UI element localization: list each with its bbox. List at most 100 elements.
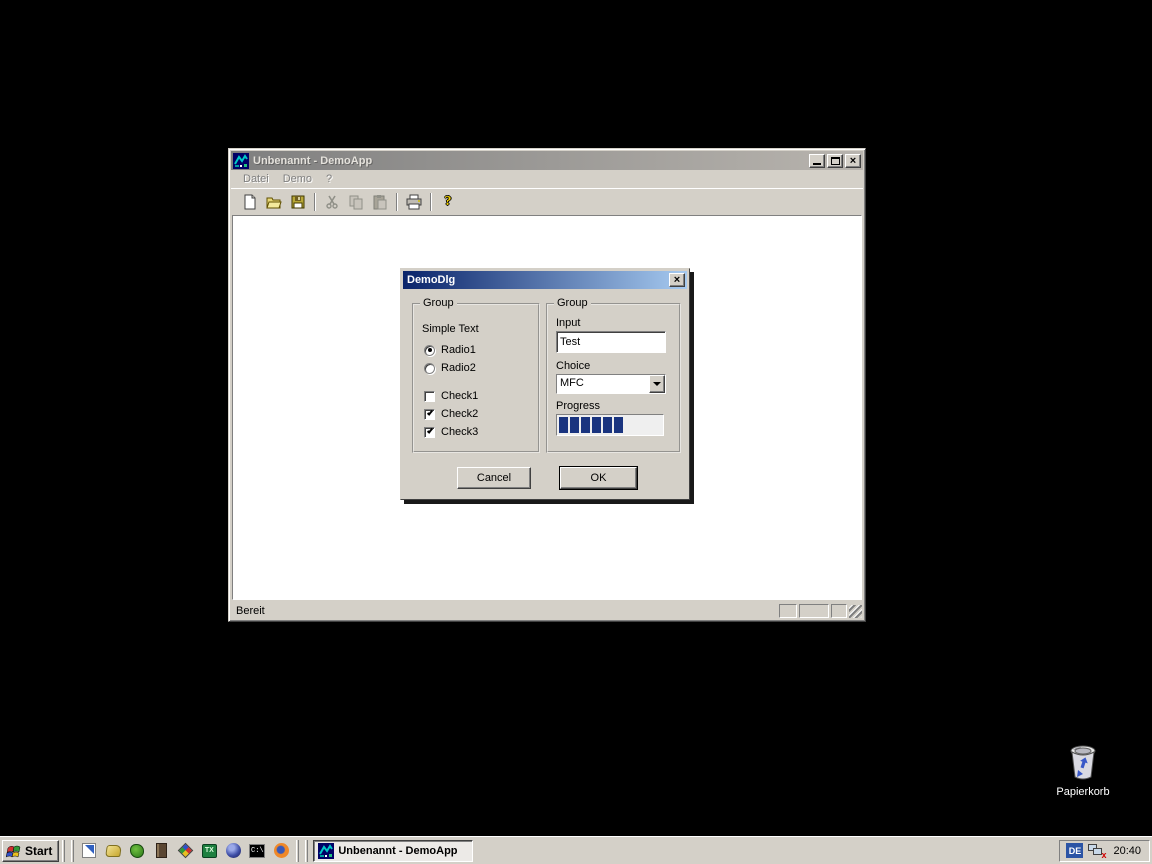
- status-pane: [831, 604, 847, 618]
- check3[interactable]: Check3: [424, 426, 478, 438]
- recycle-bin-label[interactable]: Papierkorb: [1046, 786, 1120, 798]
- resize-grip[interactable]: [849, 605, 862, 618]
- open-folder-icon: [266, 194, 282, 210]
- check-mark: [427, 427, 433, 434]
- radio1[interactable]: Radio1: [424, 344, 476, 356]
- taskbar-grip[interactable]: [62, 840, 65, 862]
- new-document-icon: [242, 194, 258, 210]
- maximize-button-icon[interactable]: [827, 154, 843, 168]
- recycle-bin-icon: [1066, 744, 1100, 780]
- radio2[interactable]: Radio2: [424, 362, 476, 374]
- copy-button[interactable]: [344, 191, 368, 213]
- quicklaunch-firefox-icon[interactable]: [272, 842, 290, 860]
- minimize-icon: [813, 163, 821, 165]
- checkbox-checked-icon: [424, 409, 435, 420]
- menu-bar: Datei Demo ?: [231, 170, 863, 188]
- taskbar-clock[interactable]: 20:40: [1111, 845, 1141, 857]
- start-label: Start: [25, 844, 52, 858]
- taskbar-grip[interactable]: [305, 840, 308, 862]
- group-right: Group Input Choice MFC Progress: [546, 303, 681, 453]
- cancel-button[interactable]: Cancel: [457, 467, 531, 489]
- language-indicator[interactable]: DE: [1066, 843, 1083, 858]
- menu-item-help[interactable]: ?: [319, 171, 339, 187]
- dialog-close-button[interactable]: ×: [669, 273, 685, 287]
- checkbox-checked-icon: [424, 427, 435, 438]
- demo-dialog: DemoDlg × Group Simple Text Radio1 Radio…: [400, 268, 690, 500]
- toolbar: ?: [231, 188, 863, 215]
- main-window-title: Unbenannt - DemoApp: [253, 155, 807, 167]
- choice-value: MFC: [557, 375, 649, 393]
- input-field[interactable]: [556, 331, 666, 353]
- quicklaunch-book-icon[interactable]: [152, 842, 170, 860]
- print-button[interactable]: [402, 191, 426, 213]
- help-icon: ?: [445, 194, 452, 210]
- print-icon: [406, 194, 422, 210]
- radio-unselected-icon: [424, 363, 435, 374]
- simple-text-label: Simple Text: [422, 323, 479, 335]
- taskbar: Start TX C:\ Unbenannt - DemoApp DE: [0, 836, 1152, 864]
- toolbar-separator: [430, 193, 432, 211]
- taskbar-grip[interactable]: [296, 840, 299, 862]
- maximize-icon: [831, 157, 840, 165]
- combo-dropdown-button[interactable]: [649, 375, 665, 393]
- menu-item-datei[interactable]: Datei: [236, 171, 276, 187]
- check-mark: [427, 409, 433, 416]
- radio2-label: Radio2: [441, 362, 476, 374]
- quicklaunch-globe-sphere-icon[interactable]: [224, 842, 242, 860]
- task-button-demoapp[interactable]: Unbenannt - DemoApp: [313, 840, 473, 862]
- save-icon: [290, 194, 306, 210]
- firefox-icon: [274, 843, 289, 858]
- minimize-button-icon[interactable]: [809, 154, 825, 168]
- radio-dot: [428, 348, 432, 352]
- mfc-app-icon[interactable]: [233, 153, 249, 169]
- check2[interactable]: Check2: [424, 408, 478, 420]
- new-document-button[interactable]: [238, 191, 262, 213]
- toolbar-separator: [396, 193, 398, 211]
- quicklaunch-notepad-edit-icon[interactable]: [80, 842, 98, 860]
- quicklaunch-green-dragon-icon[interactable]: [128, 842, 146, 860]
- radio-selected-icon: [424, 345, 435, 356]
- paste-button[interactable]: [368, 191, 392, 213]
- check1[interactable]: Check1: [424, 390, 478, 402]
- desktop: Unbenannt - DemoApp × Datei Demo ?: [0, 0, 1152, 864]
- cut-icon: [324, 194, 340, 210]
- mfc-app-icon: [318, 843, 334, 859]
- quicklaunch-terminal-tx-icon[interactable]: TX: [200, 842, 218, 860]
- close-button-icon[interactable]: ×: [845, 154, 861, 168]
- system-tray: DE x 20:40: [1059, 840, 1150, 862]
- copy-icon: [348, 194, 364, 210]
- input-label: Input: [556, 317, 580, 329]
- progress-bar: [556, 414, 664, 436]
- group-left: Group Simple Text Radio1 Radio2 Check1 C…: [412, 303, 540, 453]
- open-folder-button[interactable]: [262, 191, 286, 213]
- chevron-down-icon: [653, 382, 661, 386]
- close-icon: ×: [674, 275, 680, 285]
- status-pane: [799, 604, 829, 618]
- writing-hand-icon: [105, 845, 122, 857]
- save-button[interactable]: [286, 191, 310, 213]
- network-disconnected-icon[interactable]: x: [1088, 843, 1106, 859]
- quicklaunch-writing-hand-icon[interactable]: [104, 842, 122, 860]
- dialog-titlebar[interactable]: DemoDlg ×: [403, 271, 687, 289]
- recycle-bin-desktop-icon[interactable]: Papierkorb: [1046, 744, 1120, 798]
- green-dragon-icon: [130, 844, 144, 858]
- main-titlebar[interactable]: Unbenannt - DemoApp ×: [231, 151, 863, 170]
- progress-label: Progress: [556, 400, 600, 412]
- help-button[interactable]: ?: [436, 191, 460, 213]
- quicklaunch-command-prompt-icon[interactable]: C:\: [248, 842, 266, 860]
- progress-fill: [559, 417, 623, 433]
- ok-button[interactable]: OK: [560, 467, 637, 489]
- check1-label: Check1: [441, 390, 478, 402]
- choice-combobox[interactable]: MFC: [556, 374, 666, 394]
- radio1-label: Radio1: [441, 344, 476, 356]
- check2-label: Check2: [441, 408, 478, 420]
- status-pane: [779, 604, 797, 618]
- quicklaunch-msdn-library-icon[interactable]: [176, 842, 194, 860]
- checkbox-unchecked-icon: [424, 391, 435, 402]
- cut-button[interactable]: [320, 191, 344, 213]
- menu-item-demo[interactable]: Demo: [276, 171, 319, 187]
- start-button[interactable]: Start: [2, 840, 59, 862]
- msdn-library-icon: [178, 843, 194, 859]
- taskbar-grip[interactable]: [71, 840, 74, 862]
- windows-logo-icon: [6, 844, 22, 858]
